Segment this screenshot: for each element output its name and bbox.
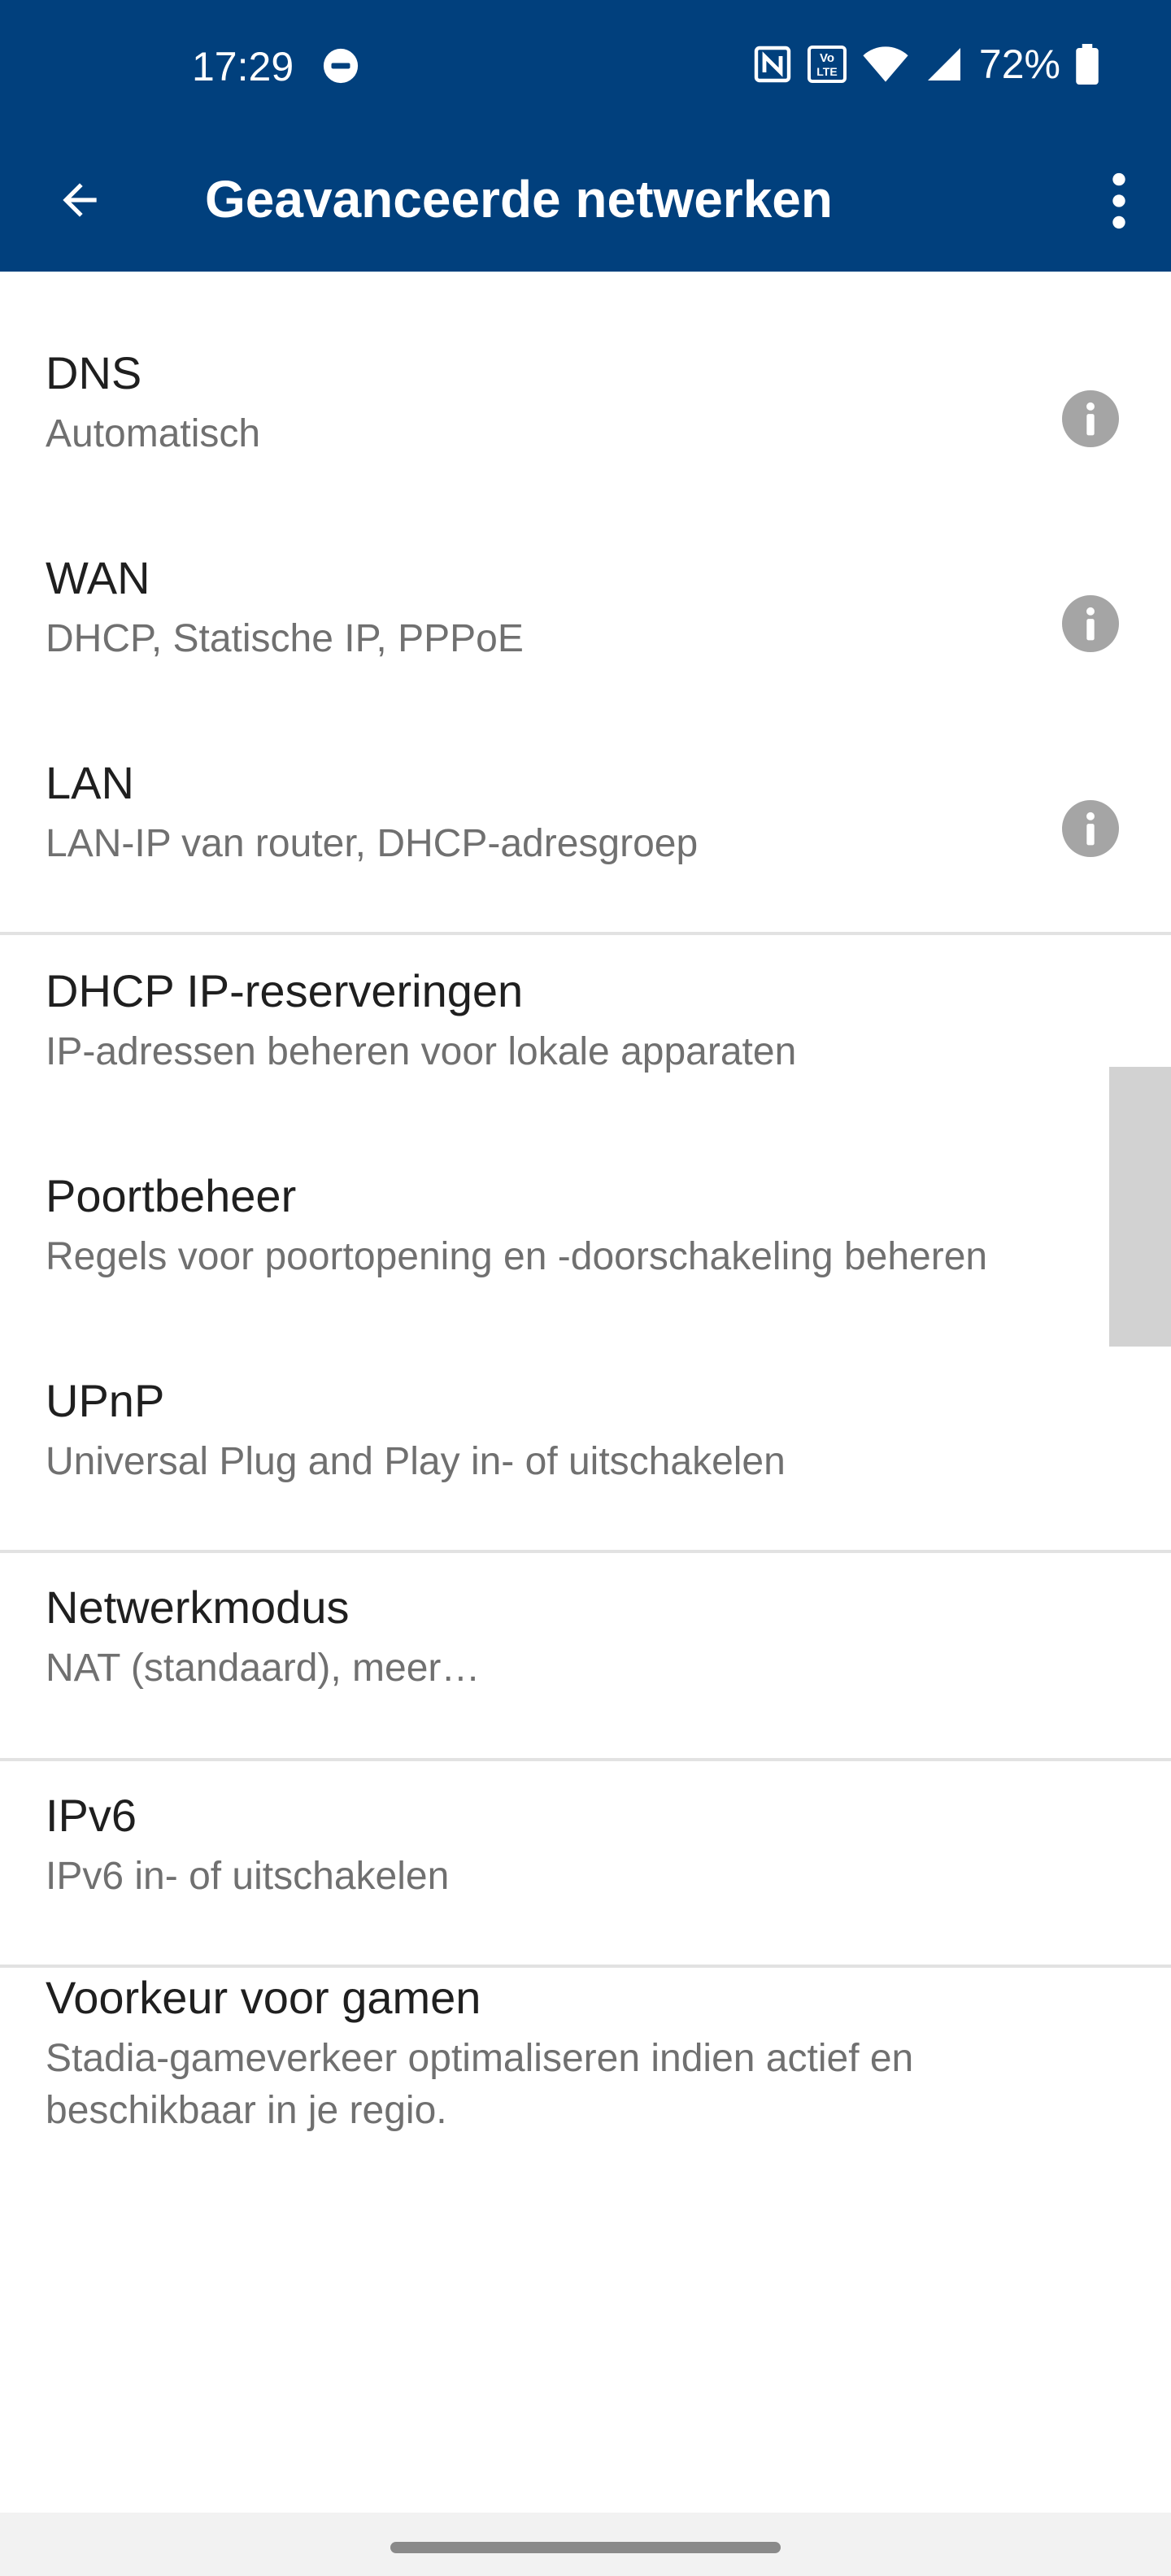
item-subtitle: IPv6 in- of uitschakelen [46, 1855, 450, 1898]
toolbar: Geavanceerde netwerken [0, 130, 1171, 272]
item-subtitle: Universal Plug and Play in- of uitschake… [46, 1440, 786, 1483]
item-title: UPnP [46, 1375, 165, 1426]
do-not-disturb-icon [323, 48, 359, 84]
setting-item-lan[interactable]: LAN LAN-IP van router, DHCP-adresgroep [0, 755, 1171, 893]
wifi-icon [863, 46, 908, 82]
section-divider [0, 1965, 1171, 1968]
item-subtitle: Automatisch [46, 412, 261, 455]
status-bar: 17:29 Vo LTE 72% [0, 0, 1171, 130]
item-title: Poortbeheer [46, 1170, 297, 1221]
gesture-nav-bar [0, 2513, 1171, 2576]
setting-item-upnp[interactable]: UPnP Universal Plug and Play in- of uits… [0, 1373, 1171, 1511]
item-subtitle: Stadia-gameverkeer optimaliseren indien … [46, 2037, 914, 2132]
scrollbar-thumb[interactable] [1109, 1067, 1171, 1347]
nfc-icon [754, 46, 791, 83]
status-time: 17:29 [192, 44, 294, 89]
item-subtitle: Regels voor poortopening en -doorschakel… [46, 1235, 988, 1278]
setting-item-wan[interactable]: WAN DHCP, Statische IP, PPPoE [0, 550, 1171, 688]
setting-item-ipv6[interactable]: IPv6 IPv6 in- of uitschakelen [0, 1787, 1171, 1925]
app-header: 17:29 Vo LTE 72% Geavanceerde netwerken [0, 0, 1171, 272]
section-divider [0, 932, 1171, 935]
info-icon[interactable] [1062, 595, 1119, 652]
svg-text:Vo: Vo [820, 51, 834, 65]
volte-icon: Vo LTE [807, 46, 847, 83]
item-title: IPv6 [46, 1790, 137, 1841]
setting-item-dns[interactable]: DNS Automatisch [0, 345, 1171, 483]
page-title: Geavanceerde netwerken [205, 170, 833, 228]
section-divider [0, 1550, 1171, 1553]
setting-item-gaming-preference[interactable]: Voorkeur voor gamen Stadia-gameverkeer o… [0, 1969, 1171, 2165]
more-options-icon[interactable] [1099, 166, 1138, 236]
svg-text:LTE: LTE [816, 65, 837, 78]
item-title: DHCP IP-reserveringen [46, 965, 524, 1016]
item-subtitle: LAN-IP van router, DHCP-adresgroep [46, 822, 699, 865]
battery-icon [1076, 44, 1099, 85]
item-subtitle: DHCP, Statische IP, PPPoE [46, 617, 524, 660]
home-gesture-handle[interactable] [390, 2542, 781, 2553]
back-arrow-icon[interactable] [49, 169, 111, 231]
battery-percentage: 72% [978, 41, 1060, 87]
item-title: Voorkeur voor gamen [46, 1972, 481, 2023]
item-subtitle: NAT (standaard), meer… [46, 1647, 481, 1690]
status-icons: Vo LTE 72% [753, 37, 1099, 91]
setting-item-port-management[interactable]: Poortbeheer Regels voor poortopening en … [0, 1168, 1171, 1306]
setting-item-dhcp-reservations[interactable]: DHCP IP-reserveringen IP-adressen behere… [0, 963, 1171, 1101]
item-title: Netwerkmodus [46, 1582, 350, 1633]
item-title: LAN [46, 757, 134, 808]
info-icon[interactable] [1062, 390, 1119, 447]
info-icon[interactable] [1062, 800, 1119, 857]
item-title: DNS [46, 347, 142, 398]
setting-item-network-mode[interactable]: Netwerkmodus NAT (standaard), meer… [0, 1579, 1171, 1717]
item-subtitle: IP-adressen beheren voor lokale apparate… [46, 1030, 797, 1073]
cell-signal-icon [927, 48, 960, 80]
item-title: WAN [46, 552, 150, 603]
section-divider [0, 1758, 1171, 1761]
